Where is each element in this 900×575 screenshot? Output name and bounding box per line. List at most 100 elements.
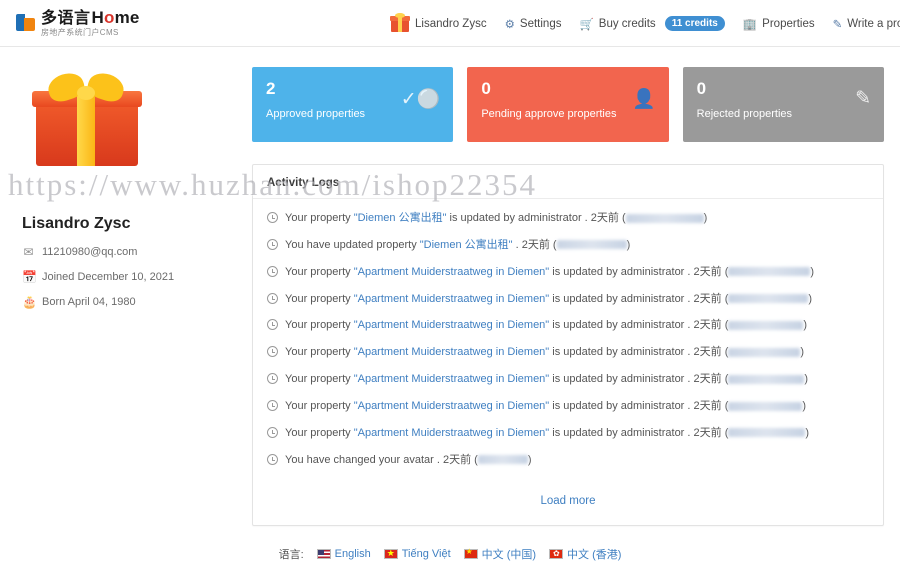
main-navigation: Lisandro Zysc ⚙ Settings 🛒 Buy credits 1…: [390, 0, 900, 47]
activity-log-item: Your property "Apartment Muiderstraatweg…: [253, 312, 883, 339]
activity-log-link[interactable]: "Apartment Muiderstraatweg in Diemen": [354, 400, 550, 412]
activity-log-link[interactable]: "Diemen 公寓出租": [354, 212, 447, 224]
stat-rejected-label: Rejected properties: [696, 107, 793, 120]
activity-log-item: Your property "Apartment Muiderstraatweg…: [253, 339, 883, 366]
activity-log-item: Your property "Apartment Muiderstraatweg…: [253, 286, 883, 313]
activity-log-item: Your property "Apartment Muiderstraatweg…: [253, 393, 883, 420]
activity-log-link[interactable]: "Diemen 公寓出租": [420, 239, 513, 251]
edit-square-icon: ✎: [855, 88, 871, 109]
lang-vietnamese-label: Tiếng Việt: [401, 548, 451, 560]
activity-log-item: Your property "Diemen 公寓出租" is updated b…: [253, 205, 883, 232]
envelope-icon: ✉: [23, 245, 34, 259]
activity-log-link[interactable]: "Apartment Muiderstraatweg in Diemen": [354, 346, 550, 358]
activity-log-text: You have updated property "Diemen 公寓出租" …: [285, 238, 631, 251]
activity-log-text: Your property "Apartment Muiderstraatweg…: [285, 319, 808, 332]
redacted-timestamp: [556, 240, 627, 250]
activity-log-item: You have updated property "Diemen 公寓出租" …: [253, 232, 883, 259]
activity-log-text: Your property "Apartment Muiderstraatweg…: [285, 426, 810, 439]
clock-icon: [267, 265, 278, 277]
building-icon: 🏢: [742, 18, 758, 31]
activity-log-item: You have changed your avatar . 2天前 ( ): [253, 447, 883, 474]
profile-born-row: 🎂 Born April 04, 1980: [22, 295, 236, 309]
activity-log-time: 2天前 (: [521, 238, 557, 251]
profile-email-row: ✉ 11210980@qq.com: [22, 245, 236, 259]
redacted-timestamp: [728, 401, 803, 411]
check-circle-icon: ✓⚪: [400, 89, 441, 110]
activity-log-text: Your property "Apartment Muiderstraatweg…: [285, 373, 809, 386]
activity-logs-title: Activity Logs: [253, 165, 883, 199]
redacted-timestamp: [477, 455, 528, 465]
activity-log-text: Your property "Apartment Muiderstraatweg…: [285, 265, 815, 278]
redacted-timestamp: [625, 213, 704, 223]
redacted-timestamp: [728, 347, 801, 357]
clock-icon: [267, 319, 278, 331]
nav-item-buy-credits-label: Buy credits: [598, 17, 656, 30]
lang-english[interactable]: English: [316, 548, 371, 560]
profile-sidebar: Lisandro Zysc ✉ 11210980@qq.com 📅 Joined…: [16, 67, 236, 526]
activity-log-link[interactable]: "Apartment Muiderstraatweg in Diemen": [354, 373, 550, 385]
redacted-timestamp: [728, 428, 806, 438]
stat-rejected-value: 0: [696, 79, 707, 98]
clock-icon: [267, 346, 278, 358]
clock-icon: [267, 238, 278, 250]
activity-log-time: 2天前 (: [693, 373, 729, 386]
site-logo[interactable]: 多语言 Home 房地产系统门户CMS: [16, 8, 140, 37]
activity-log-time: 2天前 (: [693, 292, 729, 305]
stat-card-rejected[interactable]: 0 Rejected properties ✎: [682, 67, 884, 142]
clock-icon: [267, 399, 278, 411]
clock-icon: [267, 426, 278, 438]
birthday-cake-icon: 🎂: [22, 295, 37, 309]
activity-log-link[interactable]: "Apartment Muiderstraatweg in Diemen": [354, 427, 550, 439]
nav-item-user[interactable]: Lisandro Zysc: [390, 13, 487, 33]
content-container: Lisandro Zysc ✉ 11210980@qq.com 📅 Joined…: [0, 47, 900, 527]
nav-item-write-property-label: Write a property: [847, 17, 900, 30]
pencil-icon: ✎: [832, 18, 843, 31]
load-more-wrap: Load more: [253, 477, 883, 525]
profile-joined: Joined December 10, 2021: [42, 271, 175, 283]
activity-log-link[interactable]: "Apartment Muiderstraatweg in Diemen": [354, 293, 550, 305]
footer-language-bar: 语言: English Tiếng Việt 中文 (中国) 中文 (香港): [0, 533, 900, 575]
flag-cn-icon: [463, 546, 478, 559]
nav-item-properties[interactable]: 🏢 Properties: [743, 17, 815, 31]
load-more-button[interactable]: Load more: [541, 495, 596, 507]
nav-item-buy-credits[interactable]: 🛒 Buy credits 11 credits: [579, 16, 725, 31]
activity-log-text: Your property "Apartment Muiderstraatweg…: [285, 292, 813, 305]
activity-log-item: Your property "Apartment Muiderstraatweg…: [253, 259, 883, 286]
profile-name: Lisandro Zysc: [22, 215, 131, 232]
activity-log-link[interactable]: "Apartment Muiderstraatweg in Diemen": [354, 266, 550, 278]
stat-pending-label: Pending approve properties: [481, 107, 617, 120]
stat-pending-value: 0: [481, 79, 491, 98]
lang-chinese-cn-label: 中文 (中国): [481, 549, 537, 561]
activity-log-link[interactable]: "Apartment Muiderstraatweg in Diemen": [354, 319, 550, 331]
top-header: 多语言 Home 房地产系统门户CMS Lisandro Zysc ⚙ Sett…: [0, 0, 900, 47]
stat-card-approved[interactable]: 2 Approved properties ✓⚪: [252, 67, 454, 142]
nav-item-settings[interactable]: ⚙ Settings: [505, 17, 562, 31]
activity-logs-list: Your property "Diemen 公寓出租" is updated b…: [253, 199, 883, 477]
lang-vietnamese[interactable]: Tiếng Việt: [383, 547, 451, 560]
activity-log-time: 2天前 (: [693, 346, 729, 359]
redacted-timestamp: [728, 267, 811, 277]
activity-log-text: You have changed your avatar . 2天前 ( ): [285, 453, 532, 466]
footer-language-label: 语言:: [278, 549, 304, 561]
nav-item-write-property[interactable]: ✎ Write a property: [833, 17, 900, 31]
activity-log-time: 2天前 (: [693, 399, 729, 412]
activity-log-time: 2天前 (: [443, 453, 478, 466]
gift-icon: [390, 13, 410, 33]
lang-chinese-hk[interactable]: 中文 (香港): [549, 546, 621, 562]
activity-log-item: Your property "Apartment Muiderstraatweg…: [253, 420, 883, 447]
redacted-timestamp: [728, 320, 804, 330]
redacted-timestamp: [728, 294, 809, 304]
nav-item-user-label: Lisandro Zysc: [415, 17, 487, 30]
logo-subtitle: 房地产系统门户CMS: [41, 27, 119, 37]
activity-log-text: Your property "Apartment Muiderstraatweg…: [285, 399, 807, 412]
activity-logs-panel: Activity Logs Your property "Diemen 公寓出租…: [252, 164, 884, 527]
lang-chinese-cn[interactable]: 中文 (中国): [463, 546, 537, 562]
stat-card-pending[interactable]: 0 Pending approve properties 👤: [467, 67, 669, 142]
redacted-timestamp: [728, 374, 805, 384]
profile-joined-row: 📅 Joined December 10, 2021: [22, 270, 236, 284]
calendar-icon: 📅: [22, 270, 37, 284]
activity-log-time: 2天前 (: [590, 212, 626, 224]
flag-hk-icon: [549, 548, 564, 560]
activity-log-text: Your property "Diemen 公寓出租" is updated b…: [285, 212, 708, 224]
profile-born: Born April 04, 1980: [42, 296, 136, 308]
